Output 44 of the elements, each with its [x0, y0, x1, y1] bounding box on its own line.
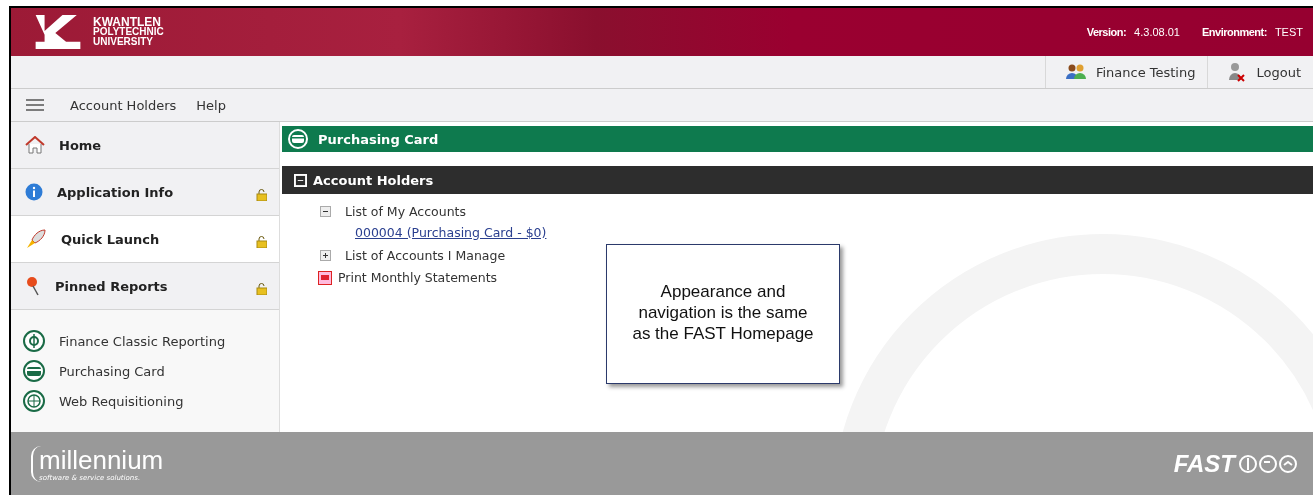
report-icon [318, 270, 332, 285]
menu-item[interactable]: Help [196, 97, 226, 113]
version-value: 4.3.08.01 [1134, 26, 1180, 38]
page-title: Purchasing Card [318, 131, 439, 147]
section-label: Application Info [57, 184, 175, 200]
action-link[interactable]: Print Monthly Statements [338, 270, 498, 285]
application-link[interactable]: Purchasing Card [23, 360, 279, 382]
version-label: Version: [1086, 26, 1127, 38]
menu-item[interactable]: Account Holders [70, 97, 177, 113]
brand-name: millennium [39, 445, 164, 474]
sidebar-section[interactable]: Quick Launch [9, 216, 279, 263]
tree-node[interactable]: List of Accounts I Manage [345, 247, 506, 263]
home-icon [25, 136, 45, 154]
section-label: Home [59, 137, 103, 153]
logout-user-icon [1228, 62, 1247, 82]
users-icon [1065, 64, 1086, 80]
sidebar-section[interactable]: Application Info [9, 169, 279, 216]
application-link[interactable]: Web Requisitioning [23, 390, 279, 412]
pushpin-icon [25, 276, 41, 296]
app-icon [23, 360, 45, 382]
rocket-icon [25, 228, 47, 250]
university-logo-text: KWANTLEN POLYTECHNIC UNIVERSITY [93, 17, 164, 47]
collapse-toggle[interactable] [294, 173, 307, 187]
info-icon [25, 183, 43, 201]
module-icons [1239, 453, 1297, 474]
menu-icon[interactable] [26, 99, 44, 111]
environment-value: TEST [1274, 26, 1303, 38]
section-label: Quick Launch [61, 231, 161, 247]
panel-title: Account Holders [313, 172, 434, 188]
environment-label: Environment: [1201, 26, 1267, 38]
card-icon [288, 129, 308, 149]
callout-box: Appearance and navigation is the same as the FAST Homepage [606, 244, 840, 384]
app-icon [23, 390, 45, 412]
application-link[interactable]: Finance Classic Reporting [23, 330, 279, 352]
account-link[interactable]: 000004 (Purchasing Card - $0) [355, 222, 547, 244]
tree-toggle[interactable] [320, 205, 331, 217]
sidebar-section[interactable]: Pinned Reports [9, 263, 279, 310]
section-label: Pinned Reports [55, 278, 169, 294]
app-icon [23, 330, 45, 352]
logo-icon [33, 15, 83, 49]
tree-toggle[interactable] [320, 249, 331, 261]
tree-node[interactable]: List of My Accounts [345, 203, 466, 219]
sidebar-section[interactable]: Home [9, 122, 279, 169]
product-name: FAST [1173, 449, 1235, 478]
